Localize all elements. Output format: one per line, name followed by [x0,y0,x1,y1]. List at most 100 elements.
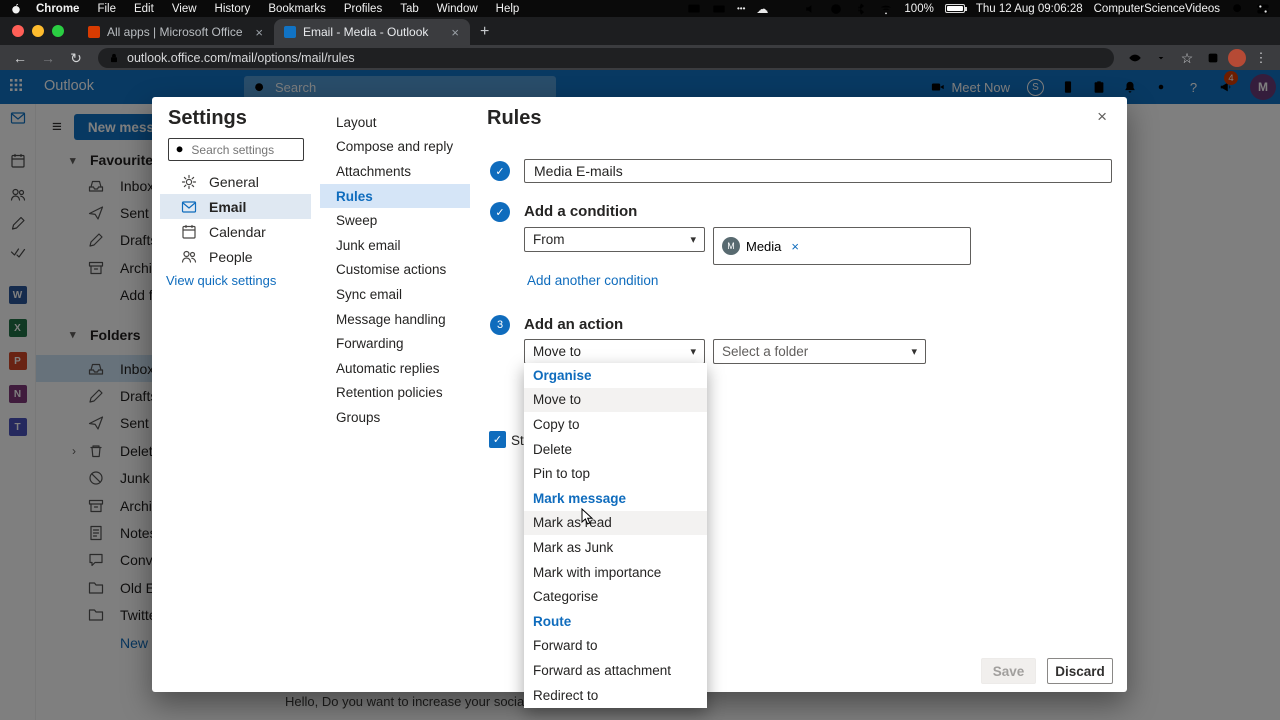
spotlight-search-icon[interactable] [1231,2,1245,16]
section-automatic-replies[interactable]: Automatic replies [320,356,470,381]
discard-button[interactable]: Discard [1047,658,1113,684]
menu-item-move-to[interactable]: Move to [524,387,707,413]
settings-search-box[interactable] [168,138,304,161]
stop-processing-checkbox[interactable]: ✓ [489,431,506,448]
zoom-window-button[interactable] [52,25,64,37]
menu-bookmarks[interactable]: Bookmarks [268,3,326,15]
chrome-toolbar: ← → ↻ outlook.office.com/mail/options/ma… [0,45,1280,71]
menu-help[interactable]: Help [496,3,520,15]
menu-item-mark-as-read[interactable]: Mark as read [524,510,707,536]
menu-item-mark-as-junk[interactable]: Mark as Junk [524,535,707,560]
condition-heading: Add a condition [524,203,638,220]
apple-menu-icon[interactable] [10,3,22,15]
save-button[interactable]: Save [981,658,1036,684]
menu-item-forward-to[interactable]: Forward to [524,634,707,659]
section-sync-email[interactable]: Sync email [320,282,470,307]
category-people[interactable]: People [160,244,311,269]
step1-check-circle: ✓ [490,161,510,181]
condition-select[interactable]: From ▾ [524,227,705,252]
office-favicon [88,26,100,38]
more-status-icon[interactable]: ••• [737,4,745,13]
remove-chip-icon[interactable]: × [791,239,799,254]
minimize-window-button[interactable] [32,25,44,37]
menu-item-copy-to[interactable]: Copy to [524,412,707,437]
new-tab-button[interactable]: + [470,23,499,45]
section-retention-policies[interactable]: Retention policies [320,381,470,406]
tab-outlook[interactable]: Email - Media - Outlook × [274,19,470,45]
screen-mirroring-icon[interactable] [687,2,701,16]
section-forwarding[interactable]: Forwarding [320,331,470,356]
menu-profiles[interactable]: Profiles [344,3,382,15]
view-quick-settings-link[interactable]: View quick settings [166,273,276,288]
settings-search-input[interactable] [191,142,297,157]
volume-icon[interactable] [804,2,818,16]
outlook-page: Outlook Search Meet Now S ? M 4 [0,70,1280,720]
menu-item-delete[interactable]: Delete [524,437,707,462]
tab-close-icon[interactable]: × [252,25,266,40]
action-select[interactable]: Move to ▾ [524,339,705,364]
battery-percent: 100% [904,2,934,15]
lock-icon[interactable] [108,52,120,64]
cloud-icon[interactable]: ☁ [756,2,768,16]
mouse-cursor [581,507,595,531]
menu-item-redirect-to[interactable]: Redirect to [524,683,707,708]
category-calendar[interactable]: Calendar [160,219,311,244]
section-sweep[interactable]: Sweep [320,208,470,233]
sender-chip[interactable]: M Media × [722,237,799,255]
chrome-menu-icon[interactable]: ⋮ [1250,50,1272,66]
cellular-icon[interactable] [779,2,793,16]
control-center-icon[interactable] [1256,2,1270,16]
tab-close-icon[interactable]: × [448,25,462,40]
wifi-icon[interactable] [879,2,893,16]
chevron-down-icon: ▾ [911,346,917,358]
reload-button[interactable]: ↻ [64,50,88,67]
reading-mode-icon[interactable] [1124,51,1146,65]
category-general[interactable]: General [160,169,311,194]
bookmark-star-icon[interactable]: ☆ [1176,50,1198,67]
close-window-button[interactable] [12,25,24,37]
menubar-datetime[interactable]: Thu 12 Aug 09:06:28 [976,3,1083,15]
menu-edit[interactable]: Edit [134,3,154,15]
rule-name-input[interactable] [524,159,1112,183]
bluetooth-icon[interactable] [854,2,868,16]
tab-office-apps[interactable]: All apps | Microsoft Office × [78,19,274,45]
clock-icon[interactable] [829,2,843,16]
menu-item-categorise[interactable]: Categorise [524,584,707,609]
folder-select[interactable]: Select a folder ▾ [713,339,926,364]
install-app-icon[interactable] [1150,51,1172,65]
section-junk-email[interactable]: Junk email [320,233,470,258]
menu-history[interactable]: History [215,3,251,15]
calendar-icon [182,224,196,239]
browser-profile-avatar[interactable] [1228,49,1246,67]
section-groups[interactable]: Groups [320,405,470,430]
menu-chrome[interactable]: Chrome [36,3,79,15]
menu-item-mark-with-importance[interactable]: Mark with importance [524,560,707,585]
settings-dialog: Settings General Email Calendar People V… [152,97,1127,708]
section-rules[interactable]: Rules [320,183,470,209]
keyboard-icon[interactable] [712,2,726,16]
menu-file[interactable]: File [97,3,116,15]
menu-view[interactable]: View [172,3,197,15]
category-email[interactable]: Email [160,194,311,219]
close-icon[interactable]: × [1097,107,1107,127]
forward-button[interactable]: → [36,50,60,66]
back-button[interactable]: ← [8,50,32,66]
section-message-handling[interactable]: Message handling [320,307,470,332]
section-customise-actions[interactable]: Customise actions [320,258,470,283]
extensions-icon[interactable] [1202,51,1224,65]
address-bar[interactable]: outlook.office.com/mail/options/mail/rul… [98,48,1114,68]
menu-window[interactable]: Window [437,3,478,15]
step2-check-circle: ✓ [490,202,510,222]
condition-value-box[interactable]: M Media × [713,227,971,265]
menu-item-forward-as-attachment[interactable]: Forward as attachment [524,658,707,683]
section-attachments[interactable]: Attachments [320,159,470,184]
menubar-account[interactable]: ComputerScienceVideos [1094,3,1220,15]
screen: Chrome File Edit View History Bookmarks … [0,0,1280,720]
add-another-condition-link[interactable]: Add another condition [527,273,658,288]
step3-number-circle: 3 [490,315,510,335]
menu-item-pin-to-top[interactable]: Pin to top [524,461,707,486]
section-layout[interactable]: Layout [320,110,470,135]
section-compose-and-reply[interactable]: Compose and reply [320,135,470,160]
menu-tab[interactable]: Tab [400,3,419,15]
chip-avatar: M [722,237,740,255]
